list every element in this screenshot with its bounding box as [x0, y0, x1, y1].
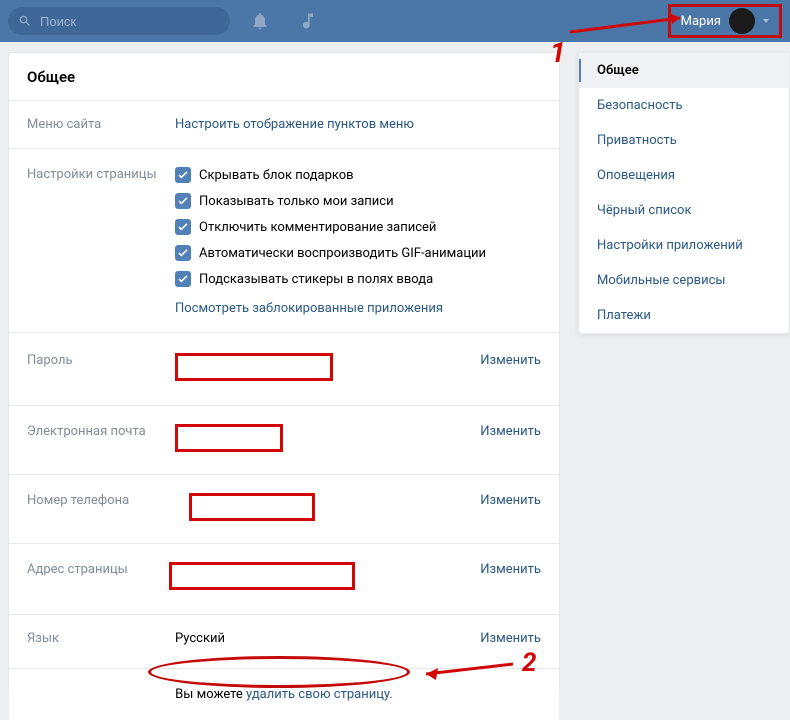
check-disable-comments: Отключить комментирование записей — [175, 219, 541, 235]
header-icons — [250, 11, 318, 31]
check-label: Отключить комментирование записей — [199, 220, 436, 235]
row-email: Электронная почта Изменить — [9, 406, 559, 475]
checkbox[interactable] — [175, 219, 191, 235]
checkbox[interactable] — [175, 167, 191, 183]
configure-menu-link[interactable]: Настроить отображение пунктов меню — [175, 117, 414, 132]
notifications-icon[interactable] — [250, 11, 270, 31]
row-phone: Номер телефона Изменить — [9, 475, 559, 544]
row-password: Пароль Изменить — [9, 333, 559, 406]
checkbox-list: Скрывать блок подарков Показывать только… — [175, 167, 541, 316]
redacted-email — [175, 424, 283, 452]
music-icon[interactable] — [298, 11, 318, 31]
sidebar-item-general[interactable]: Общее — [579, 53, 789, 88]
checkbox[interactable] — [175, 271, 191, 287]
blocked-apps-link[interactable]: Посмотреть заблокированные приложения — [175, 301, 541, 316]
search-icon — [18, 14, 32, 28]
row-menu: Меню сайта Настроить отображение пунктов… — [9, 101, 559, 149]
label-phone: Номер телефона — [27, 493, 175, 525]
redacted-password — [175, 353, 333, 381]
sidebar-item-mobile[interactable]: Мобильные сервисы — [579, 263, 789, 298]
content: Общее Меню сайта Настроить отображение п… — [0, 42, 790, 694]
label-email: Электронная почта — [27, 424, 175, 456]
footer-prefix: Вы можете — [175, 687, 246, 702]
sidebar-item-privacy[interactable]: Приватность — [579, 123, 789, 158]
language-value: Русский — [175, 631, 225, 646]
label-menu: Меню сайта — [27, 117, 175, 132]
main-panel: Общее Меню сайта Настроить отображение п… — [8, 52, 560, 694]
sidebar-item-security[interactable]: Безопасность — [579, 88, 789, 123]
row-address: Адрес страницы Изменить — [9, 544, 559, 615]
checkbox[interactable] — [175, 245, 191, 261]
redacted-address — [169, 562, 355, 590]
avatar — [729, 8, 755, 34]
label-password: Пароль — [27, 353, 175, 385]
check-label: Показывать только мои записи — [199, 194, 394, 209]
label-page-settings: Настройки страницы — [27, 167, 175, 316]
user-name: Мария — [681, 14, 721, 29]
delete-page-link[interactable]: удалить свою страницу. — [246, 687, 393, 702]
change-password-link[interactable]: Изменить — [480, 353, 541, 368]
sidebar-item-payments[interactable]: Платежи — [579, 298, 789, 333]
label-language: Язык — [27, 631, 175, 646]
check-autoplay-gif: Автоматически воспроизводить GIF-анимаци… — [175, 245, 541, 261]
user-menu[interactable]: Мария — [668, 4, 782, 38]
change-phone-link[interactable]: Изменить — [480, 493, 541, 508]
label-address: Адрес страницы — [27, 562, 175, 594]
checkbox[interactable] — [175, 193, 191, 209]
change-address-link[interactable]: Изменить — [480, 562, 541, 577]
check-stickers: Подсказывать стикеры в полях ввода — [175, 271, 541, 287]
redacted-phone — [189, 493, 315, 521]
check-label: Автоматически воспроизводить GIF-анимаци… — [199, 246, 486, 261]
search-box[interactable] — [8, 7, 230, 35]
row-language: Язык Русский Изменить — [9, 615, 559, 662]
sidebar-item-notifications[interactable]: Оповещения — [579, 158, 789, 193]
change-email-link[interactable]: Изменить — [480, 424, 541, 439]
check-label: Подсказывать стикеры в полях ввода — [199, 272, 433, 287]
chevron-down-icon — [763, 19, 769, 23]
footer-row: Вы можете удалить свою страницу. — [9, 668, 559, 720]
check-label: Скрывать блок подарков — [199, 168, 354, 183]
row-page-settings: Настройки страницы Скрывать блок подарко… — [9, 149, 559, 333]
sidebar-item-blacklist[interactable]: Чёрный список — [579, 193, 789, 228]
check-gifts: Скрывать блок подарков — [175, 167, 541, 183]
sidebar: Общее Безопасность Приватность Оповещени… — [578, 52, 790, 334]
header-bar: Мария — [0, 0, 790, 42]
search-input[interactable] — [40, 14, 210, 29]
change-language-link[interactable]: Изменить — [480, 631, 541, 646]
sidebar-item-app-settings[interactable]: Настройки приложений — [579, 228, 789, 263]
check-own-posts: Показывать только мои записи — [175, 193, 541, 209]
page-title: Общее — [9, 53, 559, 101]
